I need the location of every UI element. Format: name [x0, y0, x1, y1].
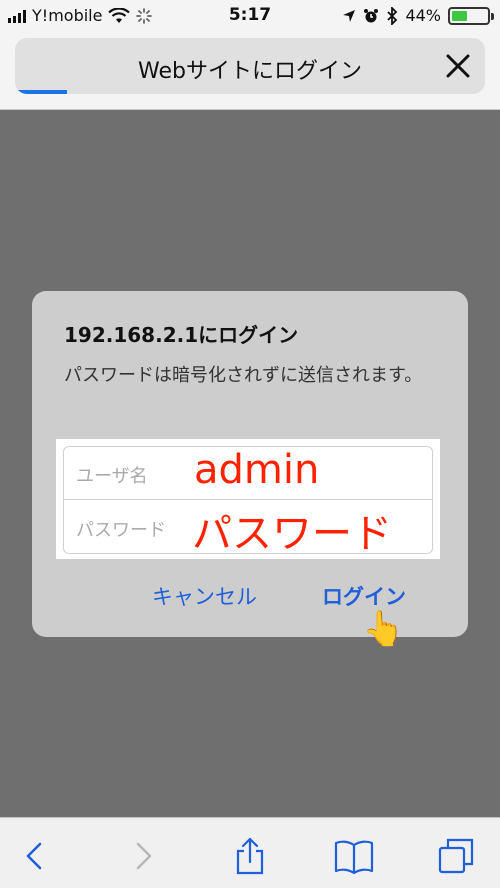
credentials-box: ユーザ名 admin パスワード パスワード — [56, 439, 440, 559]
share-icon[interactable] — [230, 836, 270, 876]
bottom-toolbar — [0, 817, 500, 888]
cancel-button[interactable]: キャンセル — [152, 581, 257, 611]
page-title: Webサイトにログイン — [138, 59, 362, 84]
bookmarks-icon[interactable] — [334, 836, 374, 876]
password-placeholder: パスワード — [76, 520, 166, 541]
status-right: 44% — [342, 6, 494, 25]
password-field[interactable]: パスワード パスワード — [64, 501, 432, 557]
username-annotation: admin — [194, 447, 320, 493]
battery-percent: 44% — [405, 6, 441, 25]
address-bar[interactable]: Webサイトにログイン — [15, 38, 485, 94]
username-placeholder: ユーザ名 — [76, 466, 148, 487]
status-bar: Y!mobile 5:17 44% — [0, 0, 500, 34]
alarm-icon — [364, 8, 379, 22]
battery-tip — [491, 12, 494, 20]
dialog-title: 192.168.2.1にログイン — [64, 323, 299, 347]
login-button[interactable]: ログイン — [322, 581, 406, 611]
back-icon[interactable] — [14, 836, 54, 876]
pointing-hand-icon: 👆 — [362, 609, 405, 649]
page-load-progress — [15, 90, 67, 94]
dialog-message: パスワードは暗号化されずに送信されます。 — [64, 365, 423, 386]
password-annotation: パスワード — [192, 511, 392, 557]
close-icon[interactable] — [443, 51, 473, 81]
tabs-icon[interactable] — [436, 836, 476, 876]
username-field[interactable]: ユーザ名 admin — [64, 447, 432, 500]
bluetooth-icon — [387, 6, 398, 25]
location-arrow-icon — [343, 9, 356, 22]
battery-icon — [448, 6, 494, 25]
forward-icon — [136, 842, 152, 870]
login-dialog: 192.168.2.1にログイン パスワードは暗号化されずに送信されます。 ユー… — [32, 291, 468, 649]
address-bar-area: Webサイトにログイン — [0, 34, 500, 110]
battery-level-fill — [452, 10, 467, 21]
credentials-fields: ユーザ名 admin パスワード パスワード — [63, 446, 433, 557]
